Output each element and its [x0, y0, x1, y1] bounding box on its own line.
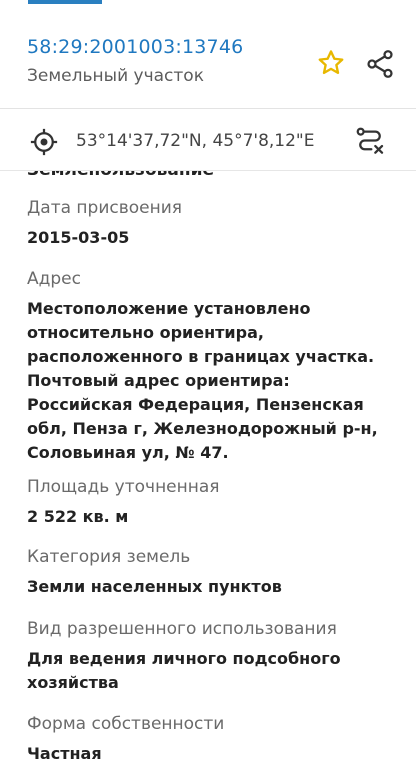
- field-label: Адрес: [27, 269, 81, 289]
- field-value: 2015-03-05: [27, 228, 130, 247]
- star-outline-icon: [318, 50, 344, 75]
- field-label: Площадь уточненная: [27, 477, 220, 497]
- cadastral-number[interactable]: 58:29:2001003:13746: [27, 36, 243, 58]
- field-label: Категория земель: [27, 547, 191, 567]
- field-value: Для ведения личного подсобного хозяйства: [27, 649, 341, 692]
- share-icon: [367, 50, 393, 78]
- field-value: 2 522 кв. м: [27, 507, 129, 526]
- field-land-category: Категория земель Земли населенных пункто…: [27, 545, 397, 599]
- field-label: Вид разрешенного использования: [27, 619, 337, 639]
- locate-button[interactable]: [29, 127, 59, 157]
- route-button[interactable]: [354, 125, 386, 157]
- field-value: Частная: [27, 744, 102, 763]
- field-ownership-form: Форма собственности Частная: [27, 712, 397, 766]
- field-value: Земли населенных пунктов: [27, 577, 282, 596]
- coordinates-text[interactable]: 53°14'37,72"N, 45°7'8,12"E: [76, 131, 314, 151]
- route-icon: [356, 127, 384, 154]
- field-area: Площадь уточненная 2 522 кв. м: [27, 475, 397, 529]
- object-header: 58:29:2001003:13746 Земельный участок: [0, 4, 416, 104]
- field-permitted-use: Вид разрешенного использования Для веден…: [27, 617, 397, 695]
- screen: 58:29:2001003:13746 Земельный участок 53…: [0, 0, 416, 767]
- details-list[interactable]: Землепользование Дата присвоения 2015-03…: [0, 140, 416, 767]
- field-label: Форма собственности: [27, 714, 225, 734]
- share-button[interactable]: [364, 48, 396, 80]
- field-label: Дата присвоения: [27, 198, 182, 218]
- field-value: Местоположение установлено относительно …: [27, 299, 378, 462]
- header-divider: [0, 108, 416, 109]
- favorite-button[interactable]: [316, 48, 346, 78]
- object-type: Земельный участок: [27, 66, 204, 86]
- coordinates-bar: 53°14'37,72"N, 45°7'8,12"E: [0, 112, 416, 171]
- field-assignment-date: Дата присвоения 2015-03-05: [27, 196, 397, 250]
- target-icon: [30, 128, 58, 156]
- field-address: Адрес Местоположение установлено относит…: [27, 267, 397, 465]
